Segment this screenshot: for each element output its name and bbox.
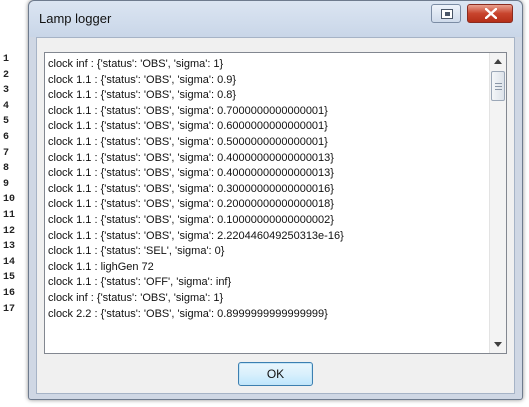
log-line[interactable]: clock 1.1 : {'status': 'OBS', 'sigma': 0… [48, 213, 488, 229]
log-line[interactable]: clock inf : {'status': 'OBS', 'sigma': 1… [48, 57, 488, 73]
log-listbox[interactable]: clock inf : {'status': 'OBS', 'sigma': 1… [44, 52, 507, 354]
line-number: 17 [3, 303, 16, 315]
line-number: 12 [3, 225, 16, 237]
log-line[interactable]: clock 1.1 : {'status': 'SEL', 'sigma': 0… [48, 244, 488, 260]
line-number: 2 [3, 69, 10, 81]
log-line[interactable]: clock 1.1 : {'status': 'OBS', 'sigma': 0… [48, 119, 488, 135]
log-line[interactable]: clock 1.1 : {'status': 'OBS', 'sigma': 0… [48, 135, 488, 151]
dialog-body: clock inf : {'status': 'OBS', 'sigma': 1… [36, 37, 515, 394]
line-number: 3 [3, 85, 10, 97]
thumb-grip [495, 83, 502, 84]
log-lines: clock inf : {'status': 'OBS', 'sigma': 1… [48, 57, 488, 322]
title-bar[interactable]: Lamp logger [29, 1, 522, 37]
log-line[interactable]: clock 1.1 : {'status': 'OBS', 'sigma': 0… [48, 182, 488, 198]
log-line[interactable]: clock 2.2 : {'status': 'OBS', 'sigma': 0… [48, 307, 488, 323]
line-number: 11 [3, 209, 16, 221]
line-number: 13 [3, 241, 16, 253]
close-button[interactable] [467, 4, 513, 23]
close-icon [485, 8, 497, 19]
scroll-down-button[interactable] [490, 336, 506, 353]
log-line[interactable]: clock 1.1 : {'status': 'OFF', 'sigma': i… [48, 275, 488, 291]
line-number: 4 [3, 100, 10, 112]
line-number: 7 [3, 147, 10, 159]
log-line[interactable]: clock 1.1 : {'status': 'OBS', 'sigma': 0… [48, 88, 488, 104]
line-number: 14 [3, 256, 16, 268]
line-number: 5 [3, 116, 10, 128]
restore-button[interactable] [431, 4, 461, 23]
vertical-scrollbar[interactable] [489, 53, 506, 353]
line-number: 10 [3, 194, 16, 206]
log-line[interactable]: clock 1.1 : {'status': 'OBS', 'sigma': 0… [48, 151, 488, 167]
thumb-grip [495, 89, 502, 90]
line-number: 6 [3, 131, 10, 143]
ok-button[interactable]: OK [238, 362, 313, 386]
log-line[interactable]: clock 1.1 : {'status': 'OBS', 'sigma': 0… [48, 104, 488, 120]
scroll-thumb[interactable] [491, 71, 505, 101]
log-line[interactable]: clock 1.1 : {'status': 'OBS', 'sigma': 0… [48, 73, 488, 89]
line-number: 8 [3, 163, 10, 175]
restore-icon [441, 9, 453, 19]
line-number: 9 [3, 178, 10, 190]
scroll-up-button[interactable] [490, 53, 506, 70]
line-number: 1 [3, 54, 10, 65]
line-number: 15 [3, 272, 16, 284]
line-number: 16 [3, 287, 16, 299]
scroll-up-arrow-icon [494, 59, 502, 64]
log-line[interactable]: clock inf : {'status': 'OBS', 'sigma': 1… [48, 291, 488, 307]
scroll-down-arrow-icon [494, 342, 502, 347]
window-title: Lamp logger [39, 11, 112, 26]
lamp-logger-window: Lamp logger clock inf : {'status': 'OBS'… [28, 0, 523, 400]
thumb-grip [495, 86, 502, 87]
external-line-numbers: 1 2 3 4 5 6 7 8 9 10 11 12 13 14 15 16 1… [0, 52, 28, 317]
log-line[interactable]: clock 1.1 : {'status': 'OBS', 'sigma': 0… [48, 166, 488, 182]
log-line[interactable]: clock 1.1 : lighGen 72 [48, 260, 488, 276]
log-line[interactable]: clock 1.1 : {'status': 'OBS', 'sigma': 0… [48, 197, 488, 213]
log-line[interactable]: clock 1.1 : {'status': 'OBS', 'sigma': 2… [48, 229, 488, 245]
